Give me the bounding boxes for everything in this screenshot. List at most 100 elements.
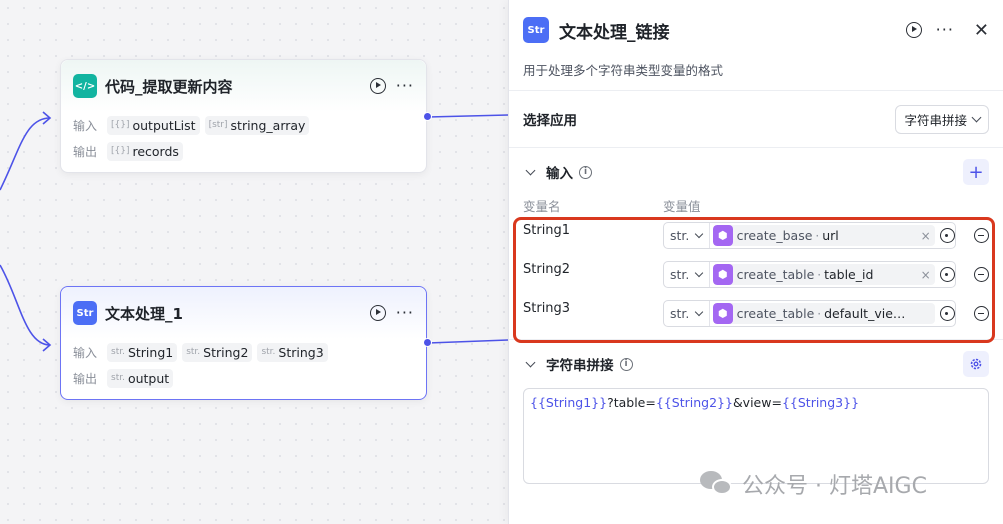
node-text1-title: 文本处理_1 bbox=[105, 304, 183, 323]
select-app-section: 选择应用 字符串拼接 bbox=[509, 90, 1003, 147]
type-tag: [{}] bbox=[111, 120, 130, 130]
select-app-value: 字符串拼接 bbox=[904, 112, 967, 128]
ref-source: create_table bbox=[736, 306, 815, 321]
add-variable-button[interactable]: + bbox=[963, 159, 989, 185]
node-text1[interactable]: Str 文本处理_1 ··· 输入 str. String1 str. String… bbox=[60, 286, 427, 400]
input-label: 输入 bbox=[73, 345, 98, 360]
chip-label: String1 bbox=[127, 344, 174, 360]
variable-name[interactable]: String2 bbox=[523, 262, 663, 277]
concat-section: 字符串拼接 i {{String1}}?table={{String2}}&vi… bbox=[509, 339, 1003, 484]
chevron-down-icon bbox=[695, 229, 704, 238]
separator: · bbox=[817, 306, 822, 321]
info-icon[interactable]: i bbox=[619, 357, 633, 371]
ref-source: create_base bbox=[736, 228, 813, 243]
chip-label: outputList bbox=[132, 117, 196, 133]
type-label: str. bbox=[669, 306, 690, 321]
more-icon[interactable]: ··· bbox=[396, 305, 414, 321]
more-icon[interactable]: ··· bbox=[936, 22, 954, 38]
variable-value[interactable]: str. ⬢ create_base · url × bbox=[662, 222, 956, 249]
template-seg: {{String1}} bbox=[530, 395, 608, 410]
input-section-title: 输入 bbox=[546, 166, 573, 182]
type-select[interactable]: str. bbox=[664, 223, 710, 248]
chip-label: output bbox=[127, 370, 170, 386]
variable-row: String2 str. ⬢ create_table · table_id × bbox=[523, 255, 989, 294]
separator: · bbox=[817, 267, 822, 282]
node-config-panel: Str 文本处理_链接 ··· ✕ 用于处理多个字符串类型变量的格式 选择应用 … bbox=[508, 0, 1003, 524]
output-label: 输出 bbox=[73, 144, 98, 159]
input-chip: [{}] outputList bbox=[107, 115, 200, 135]
col-name-header: 变量名 bbox=[523, 199, 561, 214]
type-tag: str. bbox=[186, 347, 201, 357]
clear-icon[interactable]: × bbox=[917, 229, 931, 243]
type-tag: str. bbox=[111, 373, 125, 383]
input-label: 输入 bbox=[73, 118, 98, 133]
remove-variable-button[interactable] bbox=[974, 267, 989, 282]
type-tag: [{}] bbox=[111, 146, 130, 156]
variable-value[interactable]: str. ⬢ create_table · table_id × bbox=[662, 261, 956, 288]
type-label: str. bbox=[669, 228, 690, 243]
wechat-icon bbox=[700, 469, 734, 499]
input-chip: [str] string_array bbox=[204, 115, 310, 135]
info-icon[interactable]: i bbox=[579, 165, 592, 179]
output-port[interactable] bbox=[423, 338, 432, 347]
ref-source: create_table bbox=[736, 267, 815, 282]
panel-title[interactable]: 文本处理_链接 bbox=[559, 18, 906, 43]
ref-variable: table_id bbox=[824, 267, 874, 282]
chevron-down-icon[interactable] bbox=[525, 357, 536, 367]
template-seg: {{String2}} bbox=[655, 395, 733, 410]
node-code-outputs: 输出 [{}] records bbox=[61, 138, 426, 164]
code-icon: </> bbox=[73, 74, 97, 98]
concat-section-title: 字符串拼接 bbox=[546, 358, 614, 374]
template-seg: {{String3}} bbox=[781, 395, 860, 410]
type-tag: str. bbox=[261, 347, 276, 357]
separator: · bbox=[815, 228, 820, 243]
panel-description: 用于处理多个字符串类型变量的格式 bbox=[523, 63, 724, 78]
input-chip: str. String1 bbox=[107, 342, 178, 362]
input-chip: str. String3 bbox=[257, 342, 328, 362]
node-code[interactable]: </> 代码_提取更新内容 ··· 输入 [{}] outputList [str… bbox=[60, 59, 427, 173]
variable-reference[interactable]: ⬢ create_table · default_vie… bbox=[712, 303, 935, 324]
target-icon[interactable] bbox=[939, 228, 955, 243]
variable-value[interactable]: str. ⬢ create_table · default_vie… bbox=[662, 300, 956, 327]
chevron-down-icon bbox=[695, 307, 704, 316]
ref-variable: default_vie… bbox=[824, 306, 906, 321]
node-text1-inputs: 输入 str. String1 str. String2 str. String3 bbox=[61, 339, 426, 365]
type-select[interactable]: str. bbox=[664, 301, 710, 326]
run-icon[interactable] bbox=[369, 305, 386, 321]
node-code-title: 代码_提取更新内容 bbox=[105, 77, 233, 96]
target-icon[interactable] bbox=[939, 267, 955, 282]
select-app-dropdown[interactable]: 字符串拼接 bbox=[895, 104, 989, 134]
output-port[interactable] bbox=[423, 112, 432, 121]
panel-header: Str 文本处理_链接 ··· ✕ bbox=[509, 0, 1003, 60]
remove-variable-button[interactable] bbox=[974, 228, 989, 243]
remove-variable-button[interactable] bbox=[974, 306, 989, 321]
clear-icon[interactable]: × bbox=[917, 268, 931, 282]
text-process-icon: Str bbox=[73, 301, 97, 325]
variable-reference[interactable]: ⬢ create_base · url × bbox=[712, 225, 935, 246]
chip-label: records bbox=[132, 143, 179, 159]
gear-icon[interactable] bbox=[963, 351, 989, 377]
chevron-down-icon[interactable] bbox=[525, 165, 536, 175]
node-text1-outputs: 输出 str. output bbox=[61, 365, 426, 391]
run-icon[interactable] bbox=[905, 22, 922, 38]
variable-name[interactable]: String3 bbox=[523, 301, 663, 316]
col-value-header: 变量值 bbox=[663, 199, 701, 214]
variable-reference[interactable]: ⬢ create_table · table_id × bbox=[712, 264, 935, 285]
target-icon[interactable] bbox=[939, 306, 955, 321]
node-text1-header: Str 文本处理_1 ··· bbox=[61, 287, 426, 339]
type-select[interactable]: str. bbox=[664, 262, 710, 287]
run-icon[interactable] bbox=[369, 78, 386, 94]
close-icon[interactable]: ✕ bbox=[974, 20, 989, 41]
input-chip: str. String2 bbox=[182, 342, 253, 362]
chevron-down-icon bbox=[971, 112, 982, 122]
input-column-headers: 变量名 变量值 bbox=[523, 196, 989, 216]
chip-label: String2 bbox=[203, 344, 249, 360]
arrow-text1 bbox=[42, 338, 52, 352]
output-chip: str. output bbox=[107, 368, 174, 388]
cube-icon: ⬢ bbox=[712, 225, 733, 246]
variable-name[interactable]: String1 bbox=[523, 223, 663, 238]
type-label: str. bbox=[669, 267, 690, 282]
node-code-header: </> 代码_提取更新内容 ··· bbox=[61, 60, 426, 112]
edge-code-out bbox=[427, 114, 509, 118]
more-icon[interactable]: ··· bbox=[396, 78, 414, 94]
